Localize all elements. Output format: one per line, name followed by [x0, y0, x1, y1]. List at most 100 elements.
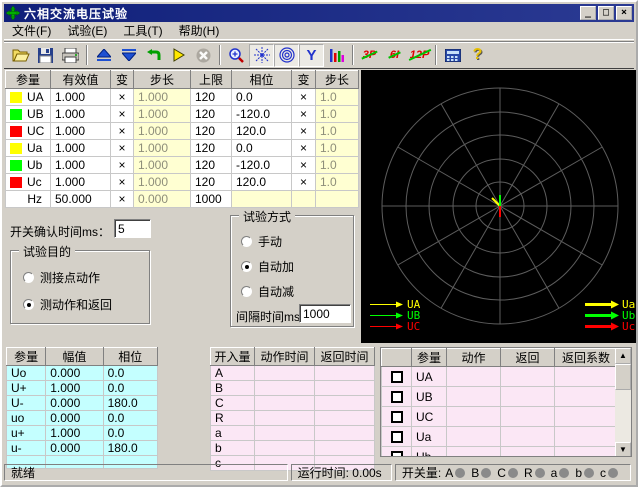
step-cell: 1.000: [134, 174, 191, 191]
parameter-table-header: 参量 有效值 变 步长 上限 相位 变 步长: [6, 71, 359, 89]
select-checkbox[interactable]: [391, 391, 403, 403]
phase-cell[interactable]: 120.0: [232, 123, 292, 140]
menu-help[interactable]: 帮助(H): [171, 20, 228, 41]
rms-cell[interactable]: 1.000: [51, 157, 111, 174]
menu-test[interactable]: 试验(E): [59, 20, 115, 41]
action-table-container: 参量 动作 返回 返回系数 UA UB UC Ua Ub Uc ▲ ▼: [380, 347, 632, 457]
test-purpose-group: 试验目的 测接点动作 测动作和返回: [10, 250, 150, 324]
action-time-cell: [255, 411, 315, 426]
param-name: Hz: [6, 191, 51, 208]
vary-cell[interactable]: ×: [111, 140, 134, 157]
param-row-uc2: Uc 1.000 × 1.000 120 120.0 × 1.0: [6, 174, 359, 191]
radio-label: 手动: [258, 233, 282, 250]
print-icon[interactable]: [58, 44, 83, 67]
switch-state-indicator: [481, 468, 491, 478]
zoom-icon[interactable]: [224, 44, 249, 67]
vertical-scrollbar[interactable]: ▲ ▼: [615, 348, 631, 457]
vary-cell[interactable]: ×: [292, 89, 316, 106]
step-cell: 1.0: [316, 123, 359, 140]
mode-12p-icon[interactable]: 12P: [407, 44, 432, 67]
radio-action-and-return[interactable]: 测动作和返回: [23, 296, 112, 313]
vary-cell[interactable]: ×: [292, 106, 316, 123]
phase-cell[interactable]: 0.0: [232, 140, 292, 157]
phase-cell[interactable]: -120.0: [232, 106, 292, 123]
restore-button[interactable]: □: [598, 6, 614, 20]
return-time-cell: [315, 381, 375, 396]
coil-view-icon[interactable]: [274, 44, 299, 67]
reset-icon[interactable]: [141, 44, 166, 67]
scroll-down-icon[interactable]: ▼: [615, 442, 631, 457]
select-checkbox[interactable]: [391, 371, 403, 383]
calculator-icon[interactable]: [440, 44, 465, 67]
vary-cell[interactable]: ×: [111, 157, 134, 174]
menu-tools[interactable]: 工具(T): [115, 20, 170, 41]
phase-cell[interactable]: -120.0: [232, 157, 292, 174]
rms-cell[interactable]: 1.000: [51, 174, 111, 191]
start-icon[interactable]: [166, 44, 191, 67]
limit-cell[interactable]: 120: [191, 140, 232, 157]
binary-input-header: 开入量 动作时间 返回时间: [211, 348, 375, 366]
limit-cell[interactable]: 120: [191, 174, 232, 191]
mode-3p-icon[interactable]: 3P: [357, 44, 382, 67]
limit-cell[interactable]: 120: [191, 157, 232, 174]
phase-color-swatch: [10, 126, 22, 137]
input-row: a: [211, 426, 375, 441]
limit-cell[interactable]: 120: [191, 123, 232, 140]
limit-cell[interactable]: 120: [191, 106, 232, 123]
radio-label: 测动作和返回: [40, 296, 112, 313]
radio-auto-increase[interactable]: 自动加: [241, 258, 294, 275]
vary-cell[interactable]: ×: [292, 174, 316, 191]
rms-cell[interactable]: 1.000: [51, 140, 111, 157]
rms-cell[interactable]: 1.000: [51, 123, 111, 140]
vary-cell[interactable]: ×: [111, 174, 134, 191]
lower-icon[interactable]: [116, 44, 141, 67]
select-checkbox[interactable]: [391, 431, 403, 443]
minimize-button[interactable]: _: [580, 6, 596, 20]
phase-color-swatch: [10, 143, 22, 154]
vary-cell[interactable]: ×: [111, 106, 134, 123]
vary-cell[interactable]: ×: [292, 123, 316, 140]
phasor-view-icon[interactable]: [249, 44, 274, 67]
interval-input[interactable]: [299, 304, 351, 323]
scroll-thumb[interactable]: [615, 364, 631, 390]
limit-cell[interactable]: 1000: [191, 191, 232, 208]
vary-cell[interactable]: ×: [292, 157, 316, 174]
vector-arrow-icon: [585, 311, 619, 320]
vary-cell[interactable]: ×: [292, 140, 316, 157]
phase-cell[interactable]: 120.0: [232, 174, 292, 191]
vary-cell[interactable]: ×: [111, 191, 134, 208]
select-checkbox[interactable]: [391, 451, 403, 457]
select-checkbox[interactable]: [391, 411, 403, 423]
help-icon[interactable]: ?: [465, 44, 490, 67]
scroll-up-icon[interactable]: ▲: [615, 348, 631, 364]
action-row: Ua: [382, 427, 618, 447]
wye-view-icon[interactable]: Y: [299, 44, 324, 67]
action-time-cell: [255, 396, 315, 411]
radio-contact-action[interactable]: 测接点动作: [23, 269, 100, 286]
seq-row: uo0.0000.0: [7, 411, 158, 426]
action-cell: [447, 367, 501, 387]
rms-cell[interactable]: 1.000: [51, 89, 111, 106]
open-icon[interactable]: [8, 44, 33, 67]
menu-file[interactable]: 文件(F): [4, 20, 59, 41]
return-time-cell: [315, 411, 375, 426]
rms-cell[interactable]: 50.000: [51, 191, 111, 208]
vary-cell[interactable]: ×: [111, 123, 134, 140]
limit-cell[interactable]: 120: [191, 89, 232, 106]
rms-cell[interactable]: 1.000: [51, 106, 111, 123]
phase-cell[interactable]: 0.0: [232, 89, 292, 106]
phasor-display: UA UB UC Ua Ub Uc: [361, 70, 638, 343]
switch-state-indicator: [535, 468, 545, 478]
vector-arrow-icon: [370, 311, 404, 320]
raise-icon[interactable]: [91, 44, 116, 67]
radio-icon: [241, 286, 252, 297]
confirm-time-input[interactable]: [114, 219, 151, 238]
vector-arrow-icon: [585, 322, 619, 331]
radio-manual[interactable]: 手动: [241, 233, 282, 250]
bar-graph-icon[interactable]: [324, 44, 349, 67]
vary-cell[interactable]: ×: [111, 89, 134, 106]
save-icon[interactable]: [33, 44, 58, 67]
radio-auto-decrease[interactable]: 自动减: [241, 283, 294, 300]
close-button[interactable]: ×: [616, 6, 632, 20]
mode-6i-icon[interactable]: 6I: [382, 44, 407, 67]
